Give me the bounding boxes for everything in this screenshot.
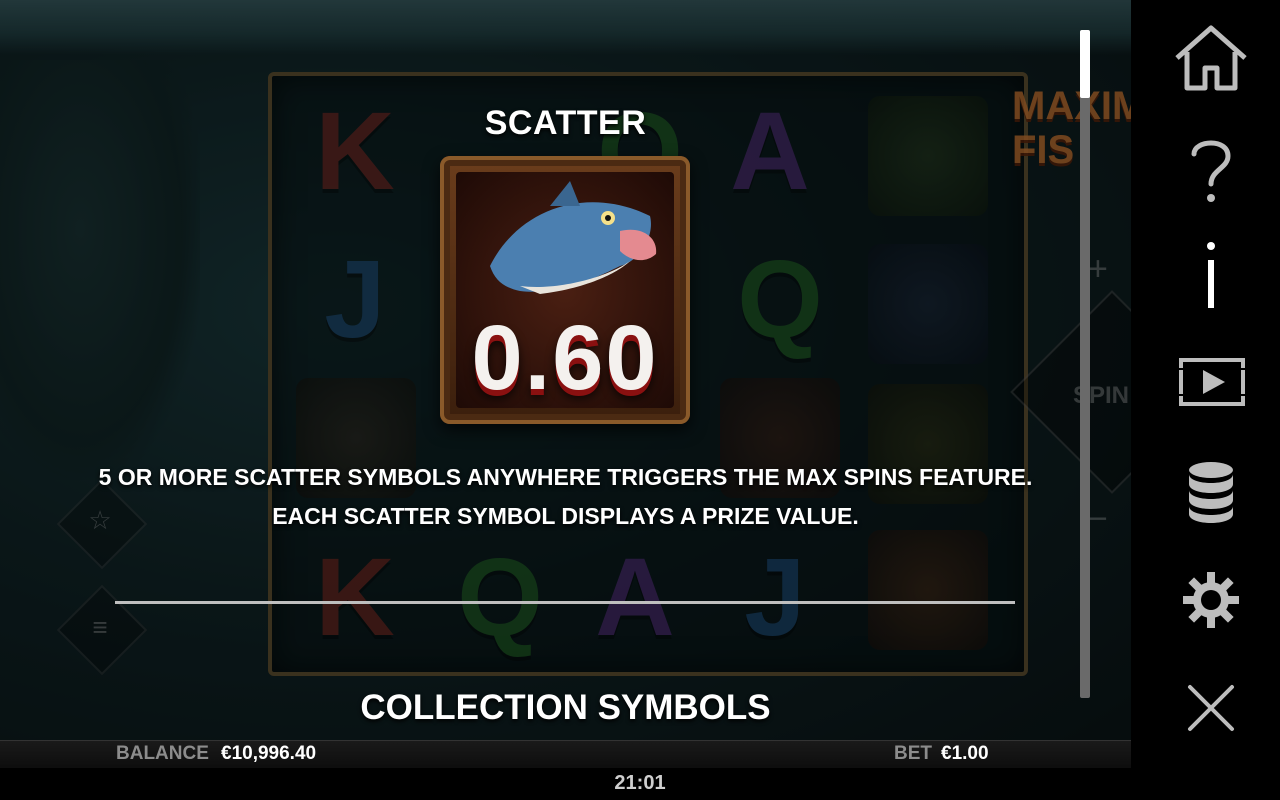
home-icon: [1175, 25, 1247, 91]
scatter-prize-value: 0.60: [471, 307, 659, 409]
help-icon: [1191, 140, 1231, 202]
collection-symbols-title: COLLECTION SYMBOLS: [360, 688, 771, 727]
bottom-bar: BALANCE €10,996.40 BET €1.00: [0, 740, 1131, 769]
info-button[interactable]: [1166, 236, 1256, 316]
autoplay-icon: [1179, 358, 1245, 406]
gear-icon: [1183, 572, 1239, 628]
home-button[interactable]: [1166, 18, 1256, 98]
section-divider: [115, 601, 1015, 604]
paytable-scrollbar[interactable]: [1080, 30, 1090, 698]
info-icon: [1207, 242, 1215, 308]
balance-value: €10,996.40: [221, 743, 317, 764]
scatter-rule-line-1: 5 OR MORE SCATTER SYMBOLS ANYWHERE TRIGG…: [98, 464, 1033, 490]
settings-button[interactable]: [1166, 560, 1256, 640]
scatter-rule-line-2: EACH SCATTER SYMBOL DISPLAYS A PRIZE VAL…: [272, 503, 859, 529]
scatter-symbol-card: 0.60: [440, 156, 690, 424]
autoplay-button[interactable]: [1166, 342, 1256, 422]
close-icon: [1188, 685, 1234, 731]
balance-label: BALANCE: [116, 743, 209, 764]
coins-icon: [1189, 462, 1233, 523]
help-button[interactable]: [1166, 130, 1256, 210]
fish-icon: [490, 181, 657, 294]
bet-value: €1.00: [941, 743, 989, 764]
scatter-title: SCATTER: [484, 104, 647, 142]
paytable-scrollbar-thumb[interactable]: [1080, 30, 1090, 98]
close-button[interactable]: [1166, 668, 1256, 748]
bet-label: BET: [894, 743, 932, 764]
bet-settings-button[interactable]: [1166, 452, 1256, 532]
clock: 21:01: [614, 772, 666, 794]
